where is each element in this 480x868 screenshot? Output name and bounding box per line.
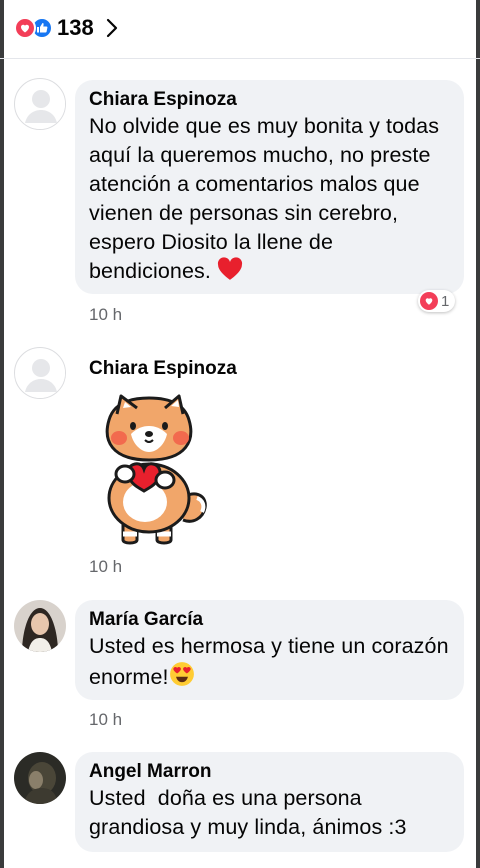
- avatar[interactable]: [14, 752, 66, 804]
- comment-text: Usted doña es una persona grandiosa y mu…: [89, 786, 407, 839]
- red-heart-emoji-icon: [217, 257, 243, 280]
- love-icon: [14, 17, 36, 39]
- love-icon: [420, 292, 438, 310]
- comment-author[interactable]: María García: [89, 608, 450, 632]
- reactions-header: 138: [0, 0, 480, 59]
- comment-time[interactable]: 10 h: [89, 557, 122, 577]
- avatar[interactable]: [14, 347, 66, 399]
- comment-reactions[interactable]: 1: [418, 290, 456, 312]
- comment-time[interactable]: 10 h: [89, 710, 122, 730]
- comment-text: No olvide que es muy bonita y todas aquí…: [89, 112, 450, 286]
- user-photo-avatar: [14, 600, 66, 652]
- comment-author[interactable]: Chiara Espinoza: [89, 88, 450, 112]
- comment-author[interactable]: Chiara Espinoza: [89, 357, 237, 381]
- shiba-dog-sticker[interactable]: [93, 392, 213, 550]
- left-edge: [0, 0, 4, 868]
- comment-text-content: No olvide que es muy bonita y todas aquí…: [89, 114, 440, 283]
- heart-eyes-emoji-icon: [169, 662, 194, 686]
- comment-bubble: María García Usted es hermosa y tiene un…: [75, 600, 464, 700]
- comment-text-content: Usted es hermosa y tiene un corazón enor…: [89, 634, 449, 689]
- comment-author[interactable]: Angel Marron: [89, 760, 450, 784]
- comment-bubble: Chiara Espinoza No olvide que es muy bon…: [75, 80, 464, 294]
- default-avatar-icon: [16, 80, 65, 129]
- right-edge: [476, 0, 480, 868]
- comment-bubble: Angel Marron Usted doña es una persona g…: [75, 752, 464, 852]
- reactions-summary[interactable]: 138: [14, 15, 118, 41]
- comments-screen: 138 Chiara Espinoza No olvide que es muy…: [0, 0, 480, 868]
- reaction-count: 138: [57, 15, 94, 40]
- user-photo-avatar: [14, 752, 66, 804]
- default-avatar-icon: [16, 349, 65, 398]
- avatar[interactable]: [14, 600, 66, 652]
- chevron-right-icon[interactable]: [106, 18, 118, 38]
- reaction-count: 1: [441, 292, 450, 310]
- comment-text: Usted es hermosa y tiene un corazón enor…: [89, 632, 450, 692]
- avatar[interactable]: [14, 78, 66, 130]
- comment-time[interactable]: 10 h: [89, 305, 122, 325]
